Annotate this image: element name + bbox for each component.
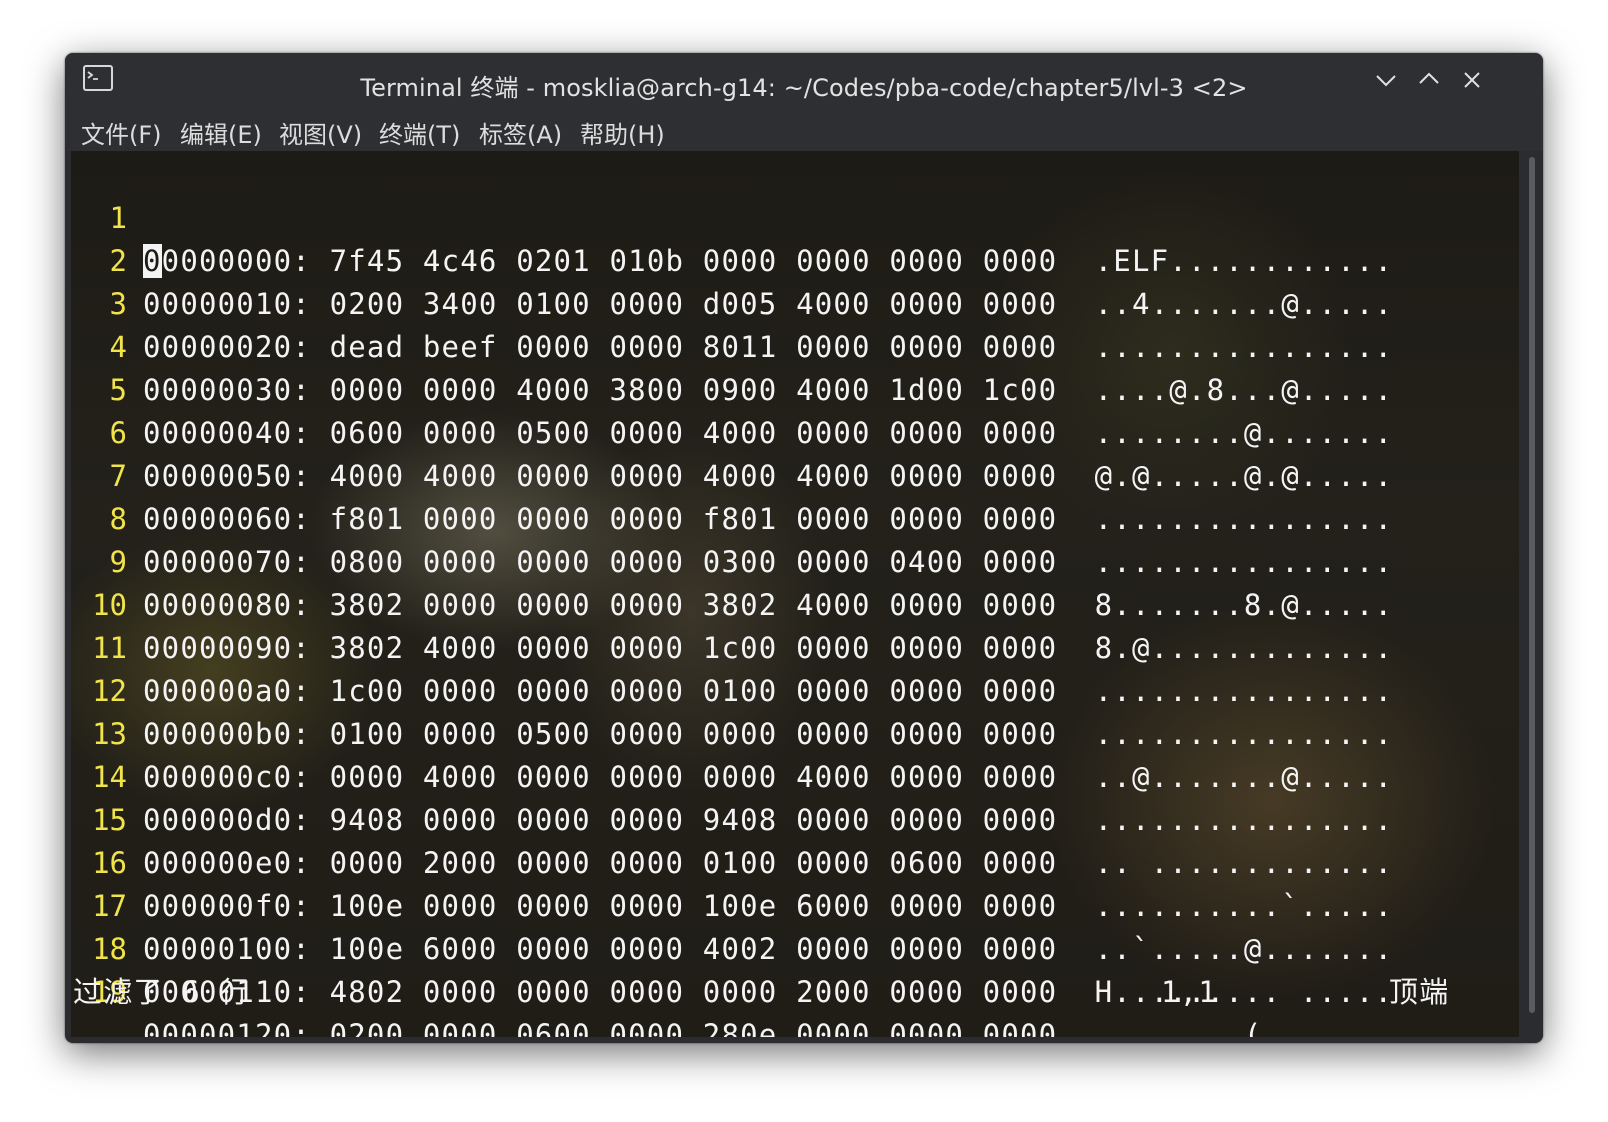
editor-line: 16 000000f0: 100e 0000 0000 0000 100e 60…	[71, 799, 1392, 923]
line-content: 00000040: 0600 0000 0500 0000 4000 0000 …	[143, 416, 1394, 450]
line-content: 000000b0: 0100 0000 0500 0000 0000 0000 …	[143, 717, 1394, 751]
line-content: 00000090: 3802 4000 0000 0000 1c00 0000 …	[143, 631, 1394, 665]
editor-line: 13 000000c0: 0000 4000 0000 0000 0000 40…	[71, 670, 1392, 794]
editor-line: 17 00000100: 100e 6000 0000 0000 4002 00…	[71, 842, 1392, 966]
line-content: 00000030: 0000 0000 4000 3800 0900 4000 …	[143, 373, 1394, 407]
line-content: 000000a0: 1c00 0000 0000 0000 0100 0000 …	[143, 674, 1394, 708]
editor-line: 9 00000080: 3802 0000 0000 0000 3802 400…	[71, 498, 1392, 622]
terminal-window: Terminal 终端 - mosklia@arch-g14: ~/Codes/…	[65, 53, 1543, 1043]
editor-line: 10 00000090: 3802 4000 0000 0000 1c00 00…	[71, 541, 1392, 665]
scroll-position: 顶端	[1389, 975, 1450, 1009]
line-content: 00000120: 0200 0000 0600 0000 280e 0000 …	[143, 1018, 1394, 1037]
status-message: 过滤了 6 行	[73, 975, 250, 1009]
line-content: 000000d0: 9408 0000 0000 0000 9408 0000 …	[143, 803, 1394, 837]
line-content: 000000c0: 0000 4000 0000 0000 0000 4000 …	[143, 760, 1394, 794]
editor-line: 3 00000020: dead beef 0000 0000 8011 000…	[71, 240, 1392, 364]
editor-line: 2 00000010: 0200 3400 0100 0000 d005 400…	[71, 197, 1392, 321]
line-content: 00000020: dead beef 0000 0000 8011 0000 …	[143, 330, 1394, 364]
menu-terminal[interactable]: 终端(T)	[379, 115, 460, 150]
close-icon[interactable]	[1457, 65, 1487, 95]
terminal-area[interactable]: 1 00000000: 7f45 4c46 0201 010b 0000 000…	[71, 151, 1519, 1037]
line-content: 00000100: 100e 6000 0000 0000 4002 0000 …	[143, 932, 1394, 966]
editor-line: 5 00000040: 0600 0000 0500 0000 4000 000…	[71, 326, 1392, 450]
cursor-position: 1,1	[1161, 975, 1217, 1009]
menu-file[interactable]: 文件(F)	[81, 115, 162, 150]
line-content: 00000010: 0200 3400 0100 0000 d005 4000 …	[143, 287, 1394, 321]
title-bar[interactable]: Terminal 终端 - mosklia@arch-g14: ~/Codes/…	[65, 53, 1543, 109]
editor-line: 7 00000060: f801 0000 0000 0000 f801 000…	[71, 412, 1392, 536]
line-content: 000000f0: 100e 0000 0000 0000 100e 6000 …	[143, 889, 1394, 923]
editor-line: 4 00000030: 0000 0000 4000 3800 0900 400…	[71, 283, 1392, 407]
chevron-up-icon[interactable]	[1414, 65, 1444, 95]
editor-line: 1 00000000: 7f45 4c46 0201 010b 0000 000…	[71, 154, 1392, 278]
line-content: 00000060: f801 0000 0000 0000 f801 0000 …	[143, 502, 1394, 536]
line-content: 00000080: 3802 0000 0000 0000 3802 4000 …	[143, 588, 1394, 622]
editor-line: 15 000000e0: 0000 2000 0000 0000 0100 00…	[71, 756, 1392, 880]
editor-line: 19 00000120: 0200 0000 0600 0000 280e 00…	[71, 928, 1392, 1037]
editor-line: 8 00000070: 0800 0000 0000 0000 0300 000…	[71, 455, 1392, 579]
chevron-down-icon[interactable]	[1371, 65, 1401, 95]
menu-view[interactable]: 视图(V)	[279, 115, 362, 150]
editor-line: 11 000000a0: 1c00 0000 0000 0000 0100 00…	[71, 584, 1392, 708]
editor-line: 14 000000d0: 9408 0000 0000 0000 9408 00…	[71, 713, 1392, 837]
editor-line: 12 000000b0: 0100 0000 0500 0000 0000 00…	[71, 627, 1392, 751]
line-content: 00000070: 0800 0000 0000 0000 0300 0000 …	[143, 545, 1394, 579]
menu-tabs[interactable]: 标签(A)	[479, 115, 562, 150]
menu-edit[interactable]: 编辑(E)	[180, 115, 262, 150]
editor-line: 6 00000050: 4000 4000 0000 0000 4000 400…	[71, 369, 1392, 493]
menu-help[interactable]: 帮助(H)	[580, 115, 665, 150]
line-content: 00000000: 7f45 4c46 0201 010b 0000 0000 …	[143, 244, 1394, 278]
line-content: 000000e0: 0000 2000 0000 0000 0100 0000 …	[143, 846, 1394, 880]
window-title: Terminal 终端 - mosklia@arch-g14: ~/Codes/…	[360, 74, 1248, 102]
line-content: 00000050: 4000 4000 0000 0000 4000 4000 …	[143, 459, 1394, 493]
scrollbar[interactable]	[1521, 151, 1543, 1037]
editor-line: 18 00000110: 4802 0000 0000 0000 0000 20…	[71, 885, 1392, 1009]
scrollbar-thumb[interactable]	[1529, 157, 1535, 1013]
menu-bar: 文件(F) 编辑(E) 视图(V) 终端(T) 标签(A) 帮助(H)	[65, 109, 1543, 151]
